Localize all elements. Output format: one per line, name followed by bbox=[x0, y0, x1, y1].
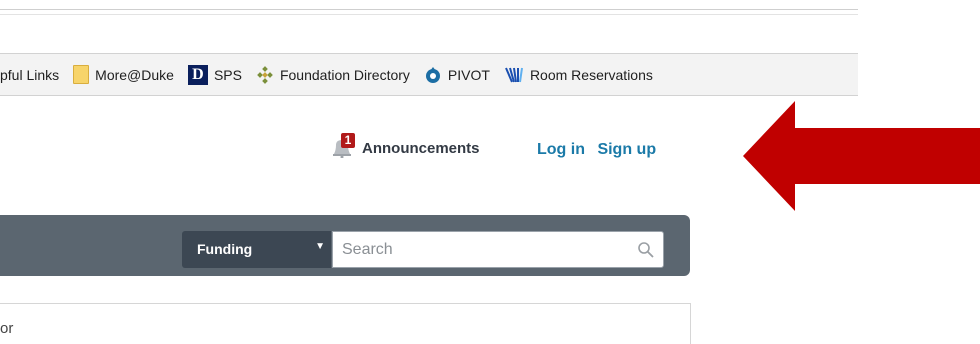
announcements-bell: 1 bbox=[330, 133, 358, 160]
room-reservations-icon bbox=[505, 67, 523, 82]
bookmark-label: PIVOT bbox=[447, 66, 490, 83]
foundation-directory-icon bbox=[257, 65, 273, 84]
bookmark-label: Foundation Directory bbox=[279, 66, 410, 83]
bookmark-label: pful Links bbox=[0, 66, 60, 83]
announcements-link[interactable]: 1 Announcements bbox=[330, 133, 480, 160]
bookmark-more-at-duke[interactable]: More@Duke bbox=[73, 65, 174, 84]
window-top-rule bbox=[0, 9, 858, 10]
bookmark-pivot[interactable]: PIVOT bbox=[424, 66, 490, 84]
chevron-down-icon: ▼ bbox=[315, 241, 325, 252]
content-card: or bbox=[0, 303, 691, 344]
announcements-label: Announcements bbox=[362, 139, 480, 157]
bookmark-label: More@Duke bbox=[95, 66, 174, 83]
search-icon[interactable] bbox=[637, 241, 655, 259]
red-arrow-annotation bbox=[743, 101, 980, 211]
bookmark-helpful-links[interactable]: pful Links bbox=[0, 67, 59, 83]
folder-icon bbox=[73, 65, 90, 84]
bookmark-label: SPS bbox=[213, 66, 242, 83]
search-category-select[interactable]: Funding ▼ bbox=[182, 231, 331, 268]
search-bar: Funding ▼ Search bbox=[0, 215, 690, 276]
bookmark-sps[interactable]: D SPS bbox=[187, 64, 242, 85]
search-category-value: Funding bbox=[197, 241, 253, 257]
announcements-count-badge: 1 bbox=[341, 133, 355, 148]
window-top-rule-2 bbox=[0, 14, 858, 15]
bookmark-label: Room Reservations bbox=[529, 66, 653, 83]
pivot-icon bbox=[425, 66, 440, 83]
login-link[interactable]: Log in bbox=[537, 141, 585, 158]
bookmark-room-reservations[interactable]: Room Reservations bbox=[504, 66, 653, 84]
search-placeholder: Search bbox=[342, 241, 393, 258]
bookmark-foundation-directory[interactable]: Foundation Directory bbox=[256, 65, 410, 84]
duke-d-logo-icon: D bbox=[187, 64, 208, 85]
signup-link[interactable]: Sign up bbox=[597, 141, 656, 158]
content-partial-text: or bbox=[0, 320, 14, 337]
bookmarks-bar: pful Links More@Duke D SPS Foundation Di… bbox=[0, 53, 858, 96]
search-input[interactable]: Search bbox=[332, 231, 664, 268]
auth-links: Log in Sign up bbox=[537, 141, 664, 159]
